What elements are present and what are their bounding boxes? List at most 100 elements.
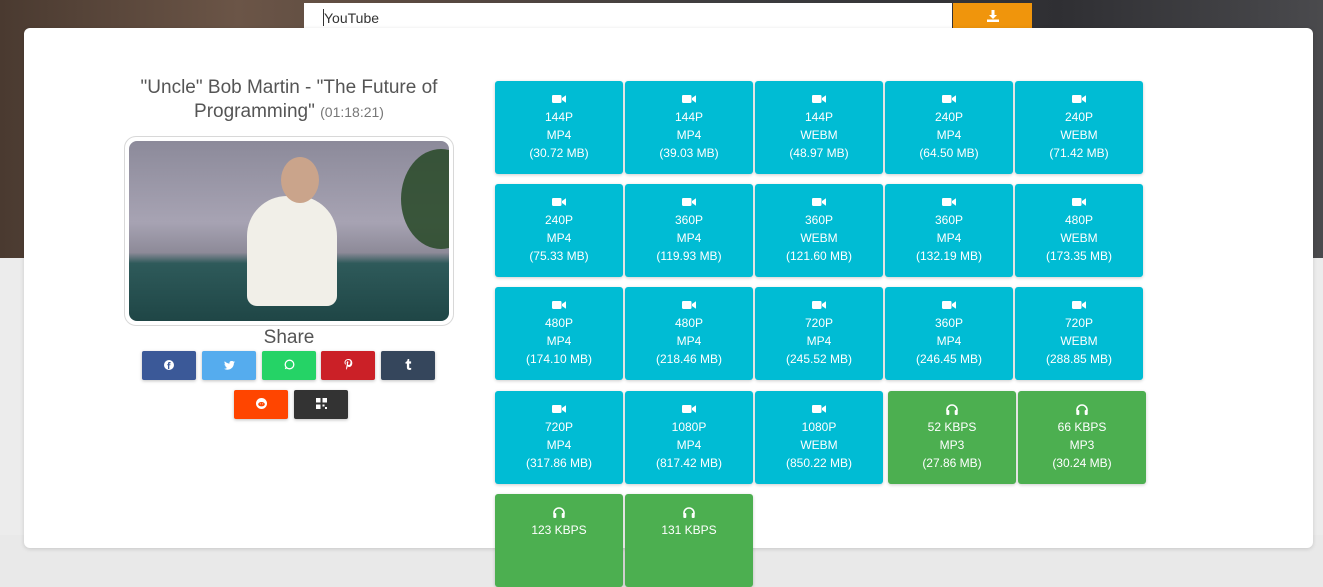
video-download-tile[interactable]: 1080P MP4 (817.42 MB) <box>625 391 753 484</box>
video-download-tile[interactable]: 240P MP4 (75.33 MB) <box>495 184 623 277</box>
tile-quality: 144P <box>544 110 574 124</box>
tile-quality: 480P <box>674 316 704 330</box>
tile-size: (30.72 MB) <box>529 146 589 160</box>
video-camera-icon <box>942 93 956 105</box>
tile-format: MP4 <box>936 231 962 245</box>
video-download-tile[interactable]: 360P WEBM (121.60 MB) <box>755 184 883 277</box>
tile-format: MP4 <box>546 231 572 245</box>
video-download-tile[interactable]: 360P MP4 (246.45 MB) <box>885 287 1013 380</box>
tile-format: MP4 <box>546 438 572 452</box>
tile-size: (174.10 MB) <box>525 352 593 366</box>
tile-format: WEBM <box>1060 334 1098 348</box>
tile-format: WEBM <box>800 231 838 245</box>
video-download-tile[interactable]: 144P WEBM (48.97 MB) <box>755 81 883 174</box>
headphones-icon <box>1076 403 1088 415</box>
tile-quality: 52 KBPS <box>927 420 977 434</box>
video-camera-icon <box>1072 93 1086 105</box>
share-tumblr-button[interactable] <box>381 351 435 380</box>
audio-download-tile[interactable]: 52 KBPS MP3 (27.86 MB) <box>888 391 1016 484</box>
facebook-icon <box>164 357 174 375</box>
video-camera-icon <box>682 93 696 105</box>
video-download-tile[interactable]: 360P MP4 (119.93 MB) <box>625 184 753 277</box>
video-camera-icon <box>682 196 696 208</box>
tile-size: (218.46 MB) <box>655 352 723 366</box>
tile-format: MP4 <box>936 128 962 142</box>
video-camera-icon <box>812 196 826 208</box>
tile-size: (817.42 MB) <box>655 456 723 470</box>
video-camera-icon <box>552 196 566 208</box>
video-camera-icon <box>812 299 826 311</box>
tile-quality: 1080P <box>671 420 707 434</box>
headphones-icon <box>553 506 565 518</box>
share-label: Share <box>263 327 315 348</box>
tile-format: MP3 <box>1069 438 1095 452</box>
video-title: "Uncle" Bob Martin - "The Future of Prog… <box>120 76 458 124</box>
video-download-tile[interactable]: 144P MP4 (30.72 MB) <box>495 81 623 174</box>
tile-size: (173.35 MB) <box>1045 249 1113 263</box>
video-download-tile[interactable]: 144P MP4 (39.03 MB) <box>625 81 753 174</box>
video-download-tile[interactable]: 720P WEBM (288.85 MB) <box>1015 287 1143 380</box>
video-camera-icon <box>942 299 956 311</box>
tile-size: (245.52 MB) <box>785 352 853 366</box>
share-pinterest-button[interactable] <box>321 351 375 380</box>
video-camera-icon <box>552 299 566 311</box>
video-download-tile[interactable]: 720P MP4 (245.52 MB) <box>755 287 883 380</box>
headphones-icon <box>946 403 958 415</box>
video-download-tile[interactable]: 240P MP4 (64.50 MB) <box>885 81 1013 174</box>
speaker-figure <box>247 196 337 306</box>
tile-format: MP3 <box>939 438 965 452</box>
clean-code-logo <box>401 149 449 249</box>
tile-format: MP4 <box>676 231 702 245</box>
video-download-tile[interactable]: 360P MP4 (132.19 MB) <box>885 184 1013 277</box>
tile-size: (75.33 MB) <box>529 249 589 263</box>
share-facebook-button[interactable] <box>142 351 196 380</box>
tile-quality: 720P <box>804 316 834 330</box>
video-camera-icon <box>942 196 956 208</box>
share-whatsapp-button[interactable] <box>262 351 316 380</box>
tile-size: (30.24 MB) <box>1052 456 1112 470</box>
video-download-tile[interactable]: 480P WEBM (173.35 MB) <box>1015 184 1143 277</box>
video-download-tile[interactable]: 480P MP4 (218.46 MB) <box>625 287 753 380</box>
audio-download-tile[interactable]: 131 KBPS <box>625 494 753 587</box>
pinterest-icon <box>344 357 353 375</box>
tile-quality: 720P <box>1064 316 1094 330</box>
tile-quality: 360P <box>934 213 964 227</box>
share-qr-button[interactable] <box>294 390 348 419</box>
tile-format: MP4 <box>546 334 572 348</box>
tile-format: WEBM <box>800 128 838 142</box>
tile-format: MP4 <box>546 128 572 142</box>
share-reddit-button[interactable] <box>234 390 288 419</box>
tile-quality: 240P <box>934 110 964 124</box>
share-twitter-button[interactable] <box>202 351 256 380</box>
tile-format: WEBM <box>1060 231 1098 245</box>
video-camera-icon <box>1072 299 1086 311</box>
video-download-tile[interactable]: 1080P WEBM (850.22 MB) <box>755 391 883 484</box>
twitter-icon <box>223 357 235 375</box>
tile-format: MP4 <box>676 128 702 142</box>
video-download-tile[interactable]: 240P WEBM (71.42 MB) <box>1015 81 1143 174</box>
tile-quality: 1080P <box>801 420 837 434</box>
whatsapp-icon <box>284 357 295 375</box>
tile-size: (850.22 MB) <box>785 456 853 470</box>
tile-size: (39.03 MB) <box>659 146 719 160</box>
tile-quality: 144P <box>804 110 834 124</box>
tile-quality: 360P <box>934 316 964 330</box>
tile-quality: 240P <box>544 213 574 227</box>
reddit-icon <box>255 396 267 414</box>
tile-size: (48.97 MB) <box>789 146 849 160</box>
tile-quality: 123 KBPS <box>531 523 587 537</box>
video-camera-icon <box>812 93 826 105</box>
video-title-text: "Uncle" Bob Martin - "The Future of Prog… <box>140 77 438 122</box>
tile-format: MP4 <box>676 438 702 452</box>
audio-download-tile[interactable]: 66 KBPS MP3 (30.24 MB) <box>1018 391 1146 484</box>
video-duration: (01:18:21) <box>320 104 384 120</box>
tile-size: (246.45 MB) <box>915 352 983 366</box>
tile-quality: 360P <box>674 213 704 227</box>
video-download-tile[interactable]: 480P MP4 (174.10 MB) <box>495 287 623 380</box>
video-camera-icon <box>552 403 566 415</box>
video-thumbnail[interactable] <box>129 141 449 321</box>
tile-quality: 360P <box>804 213 834 227</box>
video-download-tile[interactable]: 720P MP4 (317.86 MB) <box>495 391 623 484</box>
tile-format: WEBM <box>1060 128 1098 142</box>
audio-download-tile[interactable]: 123 KBPS <box>495 494 623 587</box>
